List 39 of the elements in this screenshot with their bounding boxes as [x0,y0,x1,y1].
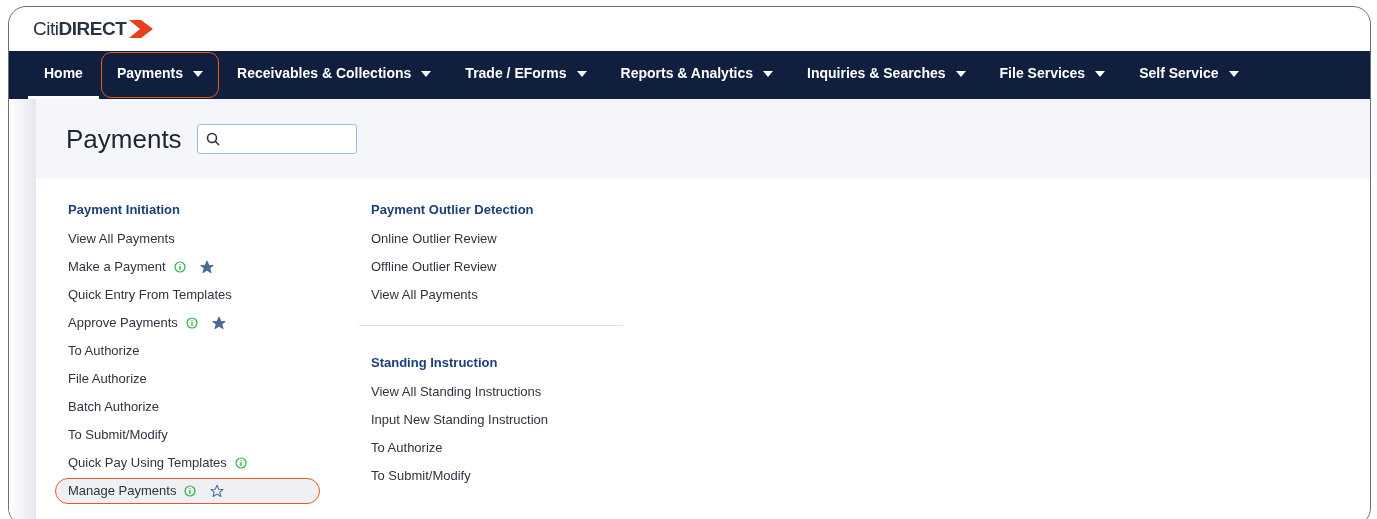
nav-tab[interactable]: Payments [100,52,220,98]
menu-item[interactable]: Batch Authorize [56,395,160,419]
info-icon[interactable] [185,317,198,329]
menu-item[interactable]: To Authorize [359,436,443,460]
menu-item[interactable]: Make a Payment [56,255,214,279]
search-field[interactable] [196,124,357,154]
menu-item[interactable]: Manage Payments [56,479,319,503]
nav-tab[interactable]: Receivables & Collections [221,51,448,99]
menu-item[interactable]: Online Outlier Review [359,227,497,251]
menu-item[interactable]: To Submit/Modify [56,423,168,447]
nav-tab[interactable]: Trade / EForms [449,51,603,99]
section-heading: Standing Instruction [371,354,498,372]
menu-item[interactable]: View All Payments [359,283,478,307]
info-icon[interactable] [184,485,197,497]
chevron-icon [127,20,154,38]
nav-tab[interactable]: File Services [983,51,1122,99]
star-outline-icon[interactable] [210,484,225,498]
search-icon [205,132,220,146]
menu-item[interactable]: View All Payments [56,227,175,251]
star-icon[interactable] [211,316,226,330]
nav-tab[interactable]: Reports & Analytics [604,51,790,99]
menu-item[interactable]: View All Standing Instructions [359,380,542,404]
menu-item[interactable]: Approve Payments [56,311,226,335]
info-icon[interactable] [173,261,186,273]
menu-item[interactable]: Quick Pay Using Templates [56,451,247,475]
page-title: Payments [66,122,182,156]
menu-item[interactable]: To Authorize [56,339,140,363]
info-icon[interactable] [234,457,247,469]
menu-item[interactable]: Input New Standing Instruction [359,408,549,432]
menu-item[interactable]: To Submit/Modify [359,464,471,488]
star-icon[interactable] [199,260,214,274]
citi-logo[interactable]: CitiDIRECT [33,14,154,44]
menu-item[interactable]: File Authorize [56,367,147,391]
section-heading: Payment Outlier Detection [371,201,534,219]
section-heading: Payment Initiation [68,201,180,219]
nav-tab[interactable]: Inquiries & Searches [791,51,982,99]
nav-tab[interactable]: Self Service [1123,51,1255,99]
menu-item[interactable]: Offline Outlier Review [359,255,497,279]
menu-item[interactable]: Quick Entry From Templates [56,283,232,307]
